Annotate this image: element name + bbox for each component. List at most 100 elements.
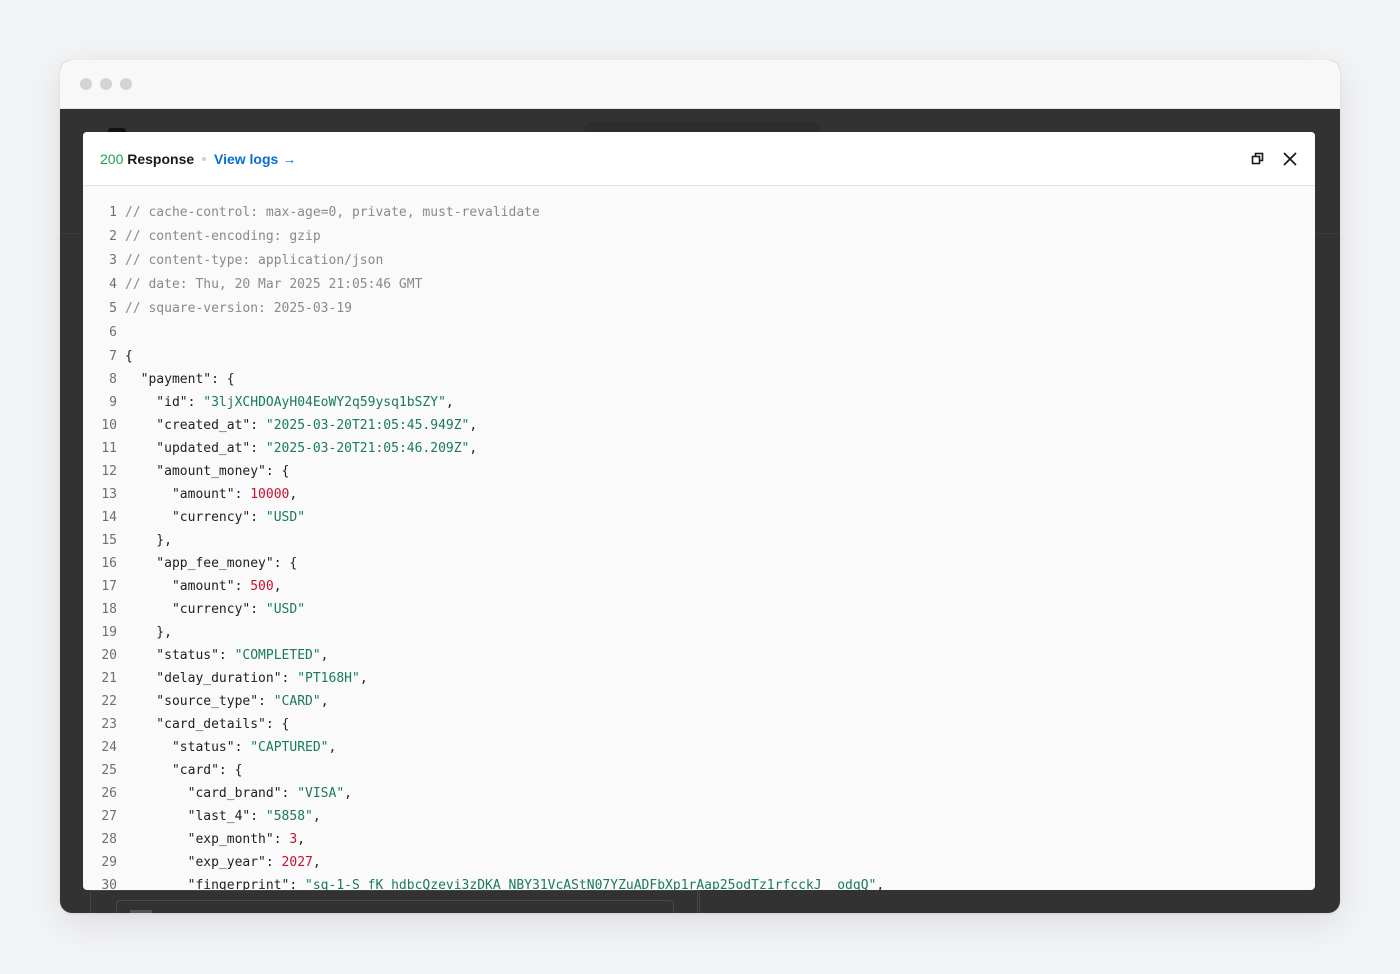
code-line: 10 "created_at": "2025-03-20T21:05:45.94… xyxy=(83,414,477,437)
code-token: , xyxy=(273,579,282,594)
modal-header: 200 Response View logs → xyxy=(83,132,1315,186)
line-number: 12 xyxy=(101,464,117,479)
window-control-dot[interactable] xyxy=(80,78,92,90)
code-line: 6 xyxy=(83,321,125,344)
code-line: 19 }, xyxy=(83,621,172,644)
window-titlebar xyxy=(60,60,1340,109)
code-line: 18 "currency": "USD" xyxy=(83,598,305,621)
line-number: 4 xyxy=(109,277,117,292)
line-number: 15 xyxy=(101,533,117,548)
line-number: 13 xyxy=(101,487,117,502)
code-line: 8 "payment": { xyxy=(83,368,234,391)
code-token: , xyxy=(469,441,478,456)
line-number: 16 xyxy=(101,556,117,571)
line-number: 26 xyxy=(101,786,117,801)
code-token: 2027 xyxy=(281,855,313,870)
line-number: 14 xyxy=(101,510,117,525)
close-button[interactable] xyxy=(1279,148,1301,170)
code-line: 9 "id": "3ljXCHDOAyH04EoWY2q59ysq1bSZY", xyxy=(83,391,454,414)
window-control-dot[interactable] xyxy=(100,78,112,90)
line-number: 27 xyxy=(101,809,117,824)
code-token: , xyxy=(289,487,298,502)
code-token: "status": xyxy=(125,648,235,663)
background-divider-vertical xyxy=(697,890,698,913)
response-modal: 200 Response View logs → 1 // cache-contr… xyxy=(83,132,1315,890)
code-token: "delay_duration": xyxy=(125,671,298,686)
code-line: 23 "card_details": { xyxy=(83,713,289,736)
line-number: 17 xyxy=(101,579,117,594)
code-token: "USD" xyxy=(265,510,306,525)
line-number: 23 xyxy=(101,717,117,732)
background-field xyxy=(116,900,674,913)
code-token: , xyxy=(445,395,454,410)
code-line: 15 }, xyxy=(83,529,172,552)
code-line: 26 "card_brand": "VISA", xyxy=(83,782,352,805)
code-token: // content-encoding: gzip xyxy=(125,229,321,244)
code-token: "2025-03-20T21:05:46.209Z" xyxy=(265,441,470,456)
code-line: 17 "amount": 500, xyxy=(83,575,282,598)
code-token: "exp_month": xyxy=(125,832,290,847)
code-token: "fingerprint": xyxy=(125,878,306,890)
code-token: }, xyxy=(125,625,172,640)
code-token: // square-version: 2025-03-19 xyxy=(125,301,352,316)
code-token: , xyxy=(297,832,306,847)
copy-button[interactable] xyxy=(1247,148,1269,170)
code-token: // content-type: application/json xyxy=(125,253,384,268)
code-line: 25 "card": { xyxy=(83,759,242,782)
line-number: 21 xyxy=(101,671,117,686)
code-line: 16 "app_fee_money": { xyxy=(83,552,297,575)
code-line: 4 // date: Thu, 20 Mar 2025 21:05:46 GMT xyxy=(83,273,422,296)
code-token: }, xyxy=(125,533,172,548)
code-line: 20 "status": "COMPLETED", xyxy=(83,644,329,667)
line-number: 9 xyxy=(109,395,117,410)
code-line: 29 "exp_year": 2027, xyxy=(83,851,321,874)
line-number: 3 xyxy=(109,253,117,268)
code-token: // date: Thu, 20 Mar 2025 21:05:46 GMT xyxy=(125,277,423,292)
code-line: 12 "amount_money": { xyxy=(83,460,289,483)
code-line: 3 // content-type: application/json xyxy=(83,249,383,272)
code-token: "2025-03-20T21:05:45.949Z" xyxy=(265,418,470,433)
code-token: , xyxy=(320,694,329,709)
background-search-bar xyxy=(585,122,820,132)
code-token: "amount_money": { xyxy=(125,464,290,479)
code-token: , xyxy=(469,418,478,433)
code-line: 2 // content-encoding: gzip xyxy=(83,225,321,248)
code-token: , xyxy=(312,855,321,870)
code-token: 500 xyxy=(250,579,274,594)
code-token: "CARD" xyxy=(273,694,321,709)
line-number: 25 xyxy=(101,763,117,778)
code-token: , xyxy=(328,740,337,755)
code-token: "sq-1-S_fK_hdbcQzevi3zDKA_NBY31VcAStN07Y… xyxy=(305,878,877,890)
response-code-view[interactable]: 1 // cache-control: max-age=0, private, m… xyxy=(83,186,1315,890)
status-code: 200 xyxy=(100,151,124,167)
code-token: "3ljXCHDOAyH04EoWY2q59ysq1bSZY" xyxy=(203,395,446,410)
code-line: 27 "last_4": "5858", xyxy=(83,805,321,828)
code-line: 30 "fingerprint": "sq-1-S_fK_hdbcQzevi3z… xyxy=(83,874,884,890)
line-number: 8 xyxy=(109,372,117,387)
code-token: "created_at": xyxy=(125,418,266,433)
window-control-dot[interactable] xyxy=(120,78,132,90)
code-token: "id": xyxy=(125,395,204,410)
code-token: , xyxy=(320,648,329,663)
code-line: 28 "exp_month": 3, xyxy=(83,828,305,851)
code-line: 24 "status": "CAPTURED", xyxy=(83,736,336,759)
line-number: 2 xyxy=(109,229,117,244)
line-number: 28 xyxy=(101,832,117,847)
line-number: 10 xyxy=(101,418,117,433)
code-line: 14 "currency": "USD" xyxy=(83,506,305,529)
code-token: , xyxy=(312,809,321,824)
code-line: 7{ xyxy=(83,345,133,368)
code-token: "source_type": xyxy=(125,694,274,709)
browser-window: 200 Response View logs → 1 // cache-contr… xyxy=(60,60,1340,913)
code-token: , xyxy=(876,878,885,890)
view-logs-link[interactable]: View logs → xyxy=(214,151,296,167)
line-number: 5 xyxy=(109,301,117,316)
close-icon xyxy=(1283,152,1297,166)
code-line: 11 "updated_at": "2025-03-20T21:05:46.20… xyxy=(83,437,477,460)
background-field-text xyxy=(130,910,152,913)
code-token: 10000 xyxy=(250,487,290,502)
line-number: 29 xyxy=(101,855,117,870)
line-number: 11 xyxy=(101,441,117,456)
status-text: Response xyxy=(127,151,195,167)
code-line: 1 // cache-control: max-age=0, private, m… xyxy=(83,201,540,224)
